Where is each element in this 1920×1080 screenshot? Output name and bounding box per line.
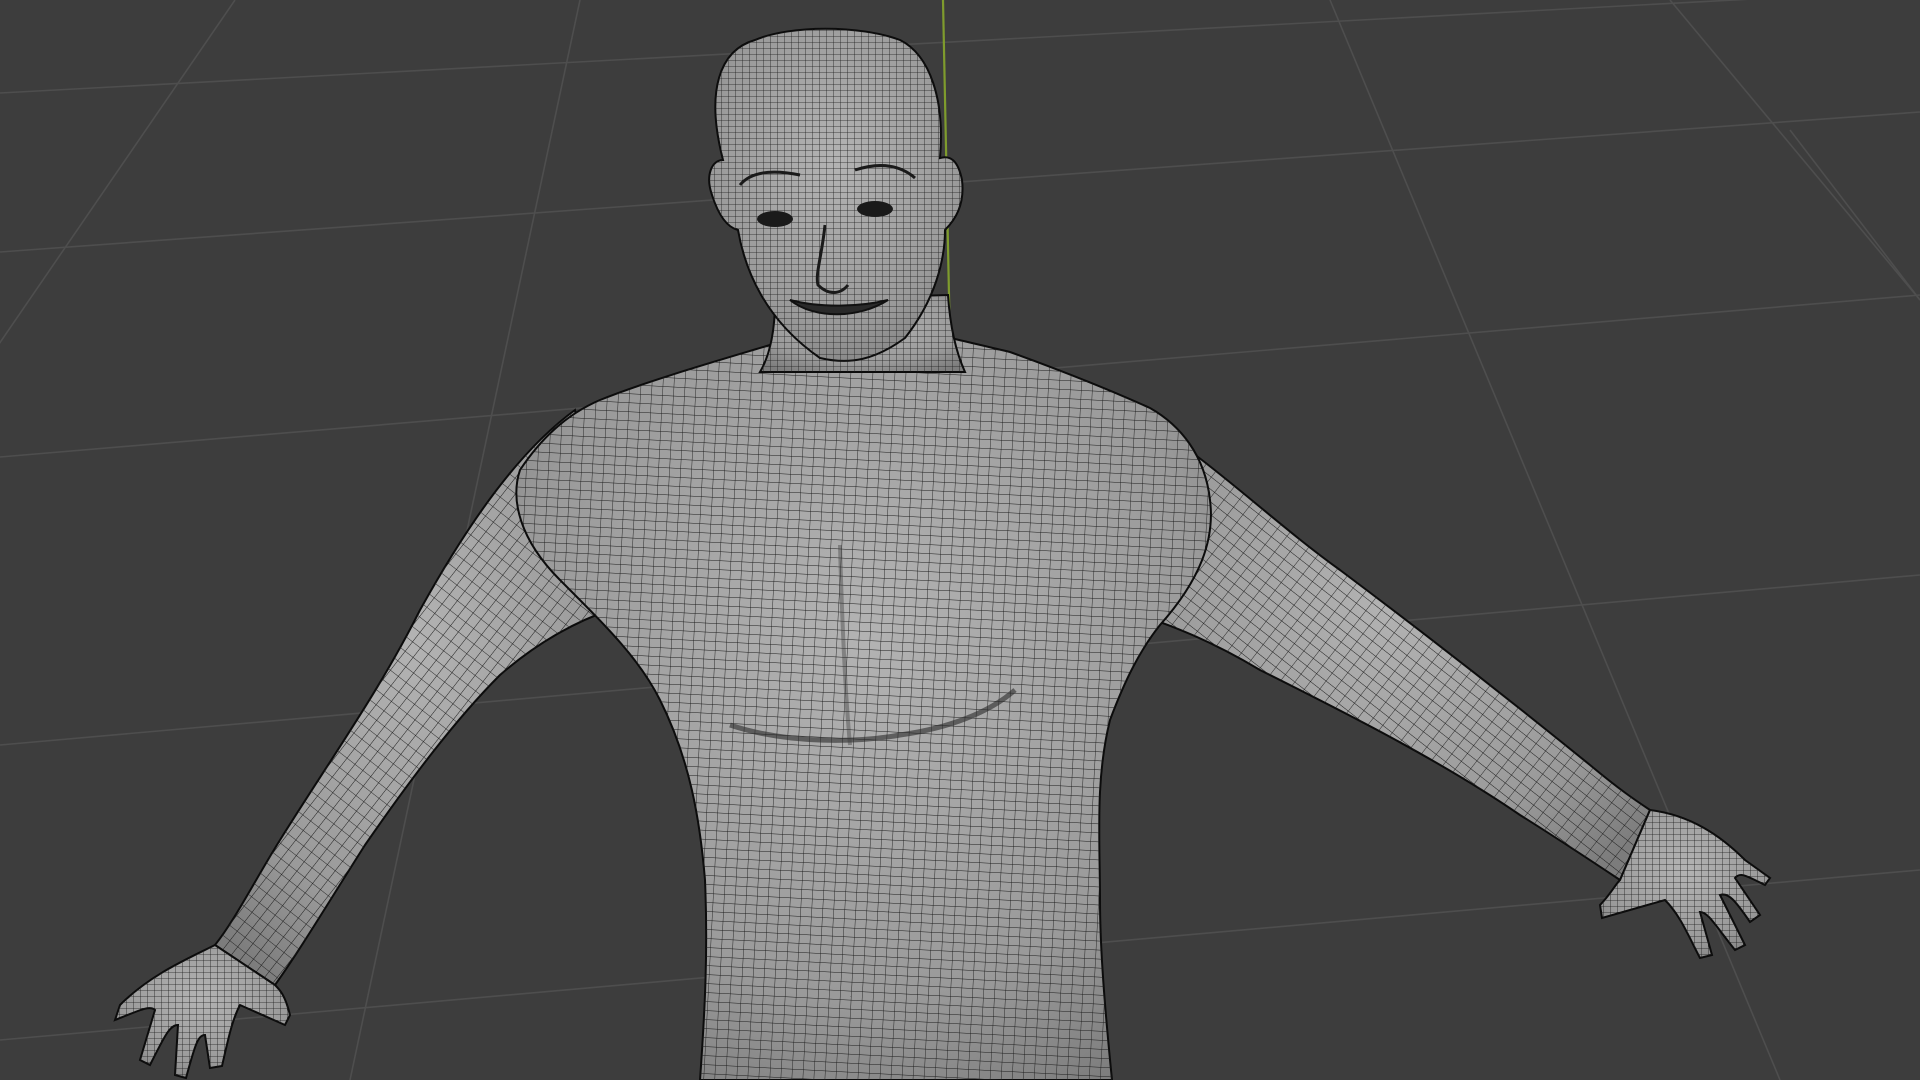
3d-viewport[interactable] bbox=[0, 0, 1920, 1080]
right-eye bbox=[857, 201, 893, 217]
mesh-object[interactable] bbox=[113, 27, 1772, 1080]
left-eye bbox=[757, 211, 793, 227]
